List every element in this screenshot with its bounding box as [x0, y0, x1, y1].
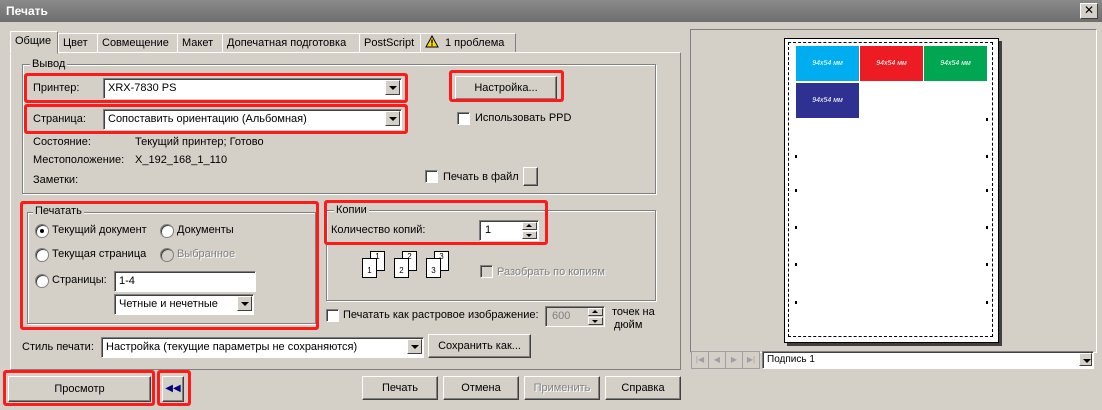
page-select[interactable]: Подпись 1 [762, 351, 1094, 369]
radio-selection[interactable] [160, 248, 174, 262]
dpi-spinner[interactable] [588, 308, 603, 325]
close-icon[interactable]: ✕ [1080, 3, 1098, 19]
selection-label: Выбранное [177, 248, 236, 260]
print-to-file-options-button[interactable] [523, 167, 538, 186]
preview-page: 94x54 мм 94x54 мм 94x54 мм 94x54 мм [784, 38, 999, 343]
pages-label: Страницы: [52, 274, 107, 286]
use-ppd-label: Использовать PPD [475, 112, 572, 124]
title-bar: Печать ✕ [0, 0, 1102, 22]
window-title: Печать [6, 4, 48, 18]
last-page-icon[interactable]: ▶| [742, 351, 760, 369]
chevron-down-icon[interactable] [237, 296, 252, 311]
spin-up-icon[interactable] [522, 222, 537, 230]
status-value: Текущий принтер; Готово [135, 136, 264, 148]
raster-label: Печатать как растровое изображение: [343, 309, 539, 321]
dpi-unit-line1: точек на [612, 306, 655, 318]
print-to-file-checkbox[interactable] [425, 170, 438, 183]
preview-label-red: 94x54 мм [860, 46, 923, 81]
print-button[interactable]: Печать [362, 376, 438, 400]
highlight-settings [449, 70, 564, 102]
radio-pages[interactable] [35, 274, 49, 288]
use-ppd-checkbox[interactable] [457, 112, 470, 125]
tab-layout[interactable]: Макет [177, 33, 224, 53]
spin-down-icon[interactable] [522, 231, 537, 239]
help-button[interactable]: Справка [605, 376, 681, 400]
radio-current-page[interactable] [35, 248, 49, 262]
location-label: Местоположение: [33, 154, 125, 166]
notes-label: Заметки: [33, 174, 79, 186]
highlight-collapse [157, 370, 191, 406]
page-margins: 94x54 мм 94x54 мм 94x54 мм 94x54 мм [788, 42, 993, 337]
print-style-label: Стиль печати: [22, 341, 94, 353]
first-page-icon[interactable]: |◀ [691, 351, 709, 369]
spin-up-icon[interactable] [588, 308, 603, 316]
collate-page-icon: 1 [362, 258, 377, 278]
collate-icon: 1 1 2 2 3 3 [360, 251, 460, 281]
next-page-icon[interactable]: ▶ [725, 351, 743, 369]
highlight-printer [24, 73, 408, 103]
apply-button[interactable]: Применить [524, 376, 600, 400]
highlight-page [24, 104, 408, 134]
print-to-file-label: Печать в файл [443, 171, 519, 183]
preview-navigation: |◀ ◀ ▶ ▶| Подпись 1 [690, 351, 1095, 369]
collate-label: Разобрать по копиям [497, 266, 605, 278]
odd-even-select[interactable]: Четные и нечетные [114, 294, 254, 315]
dpi-unit-line2: дюйм [614, 319, 643, 331]
pages-input[interactable]: 1-4 [114, 271, 256, 292]
collate-checkbox[interactable] [480, 265, 493, 278]
preview-label-cyan: 94x54 мм [796, 46, 859, 81]
tab-postscript[interactable]: PostScript [359, 33, 426, 53]
tab-color[interactable]: Цвет [58, 33, 98, 53]
chevron-down-icon[interactable] [407, 339, 422, 354]
tab-issues[interactable]: 1 проблема [420, 33, 516, 53]
print-style-select[interactable]: Настройка (текущие параметры не сохраняю… [101, 337, 424, 358]
copies-spinner[interactable] [522, 222, 537, 239]
chevron-down-icon[interactable] [1079, 353, 1092, 366]
highlight-preview [3, 370, 155, 406]
tab-separations[interactable]: Совмещение [97, 33, 179, 53]
collate-page-icon: 2 [394, 258, 409, 278]
tab-general[interactable]: Общие [10, 31, 58, 54]
preview-label-green: 94x54 мм [924, 46, 987, 81]
tab-prepress[interactable]: Допечатная подготовка [222, 33, 364, 53]
cancel-button[interactable]: Отмена [443, 376, 519, 400]
copies-count-label: Количество копий: [331, 224, 426, 236]
preview-label-blue: 94x54 мм [796, 83, 859, 118]
warning-icon [425, 34, 439, 48]
status-label: Состояние: [33, 136, 91, 148]
documents-label: Документы [177, 224, 234, 236]
location-value: X_192_168_1_110 [135, 154, 228, 166]
prev-page-icon[interactable]: ◀ [708, 351, 726, 369]
radio-current-document[interactable] [35, 224, 49, 238]
radio-documents[interactable] [160, 224, 174, 238]
collate-page-icon: 3 [426, 258, 441, 278]
raster-dpi-input[interactable]: 600 [545, 306, 605, 327]
spin-down-icon[interactable] [588, 317, 603, 325]
current-document-label: Текущий документ [52, 224, 147, 236]
output-legend: Вывод [30, 58, 68, 70]
current-page-label: Текущая страница [52, 248, 147, 260]
save-as-button[interactable]: Сохранить как... [428, 334, 531, 358]
copies-count-input[interactable]: 1 [479, 220, 539, 241]
raster-checkbox[interactable] [326, 309, 339, 322]
